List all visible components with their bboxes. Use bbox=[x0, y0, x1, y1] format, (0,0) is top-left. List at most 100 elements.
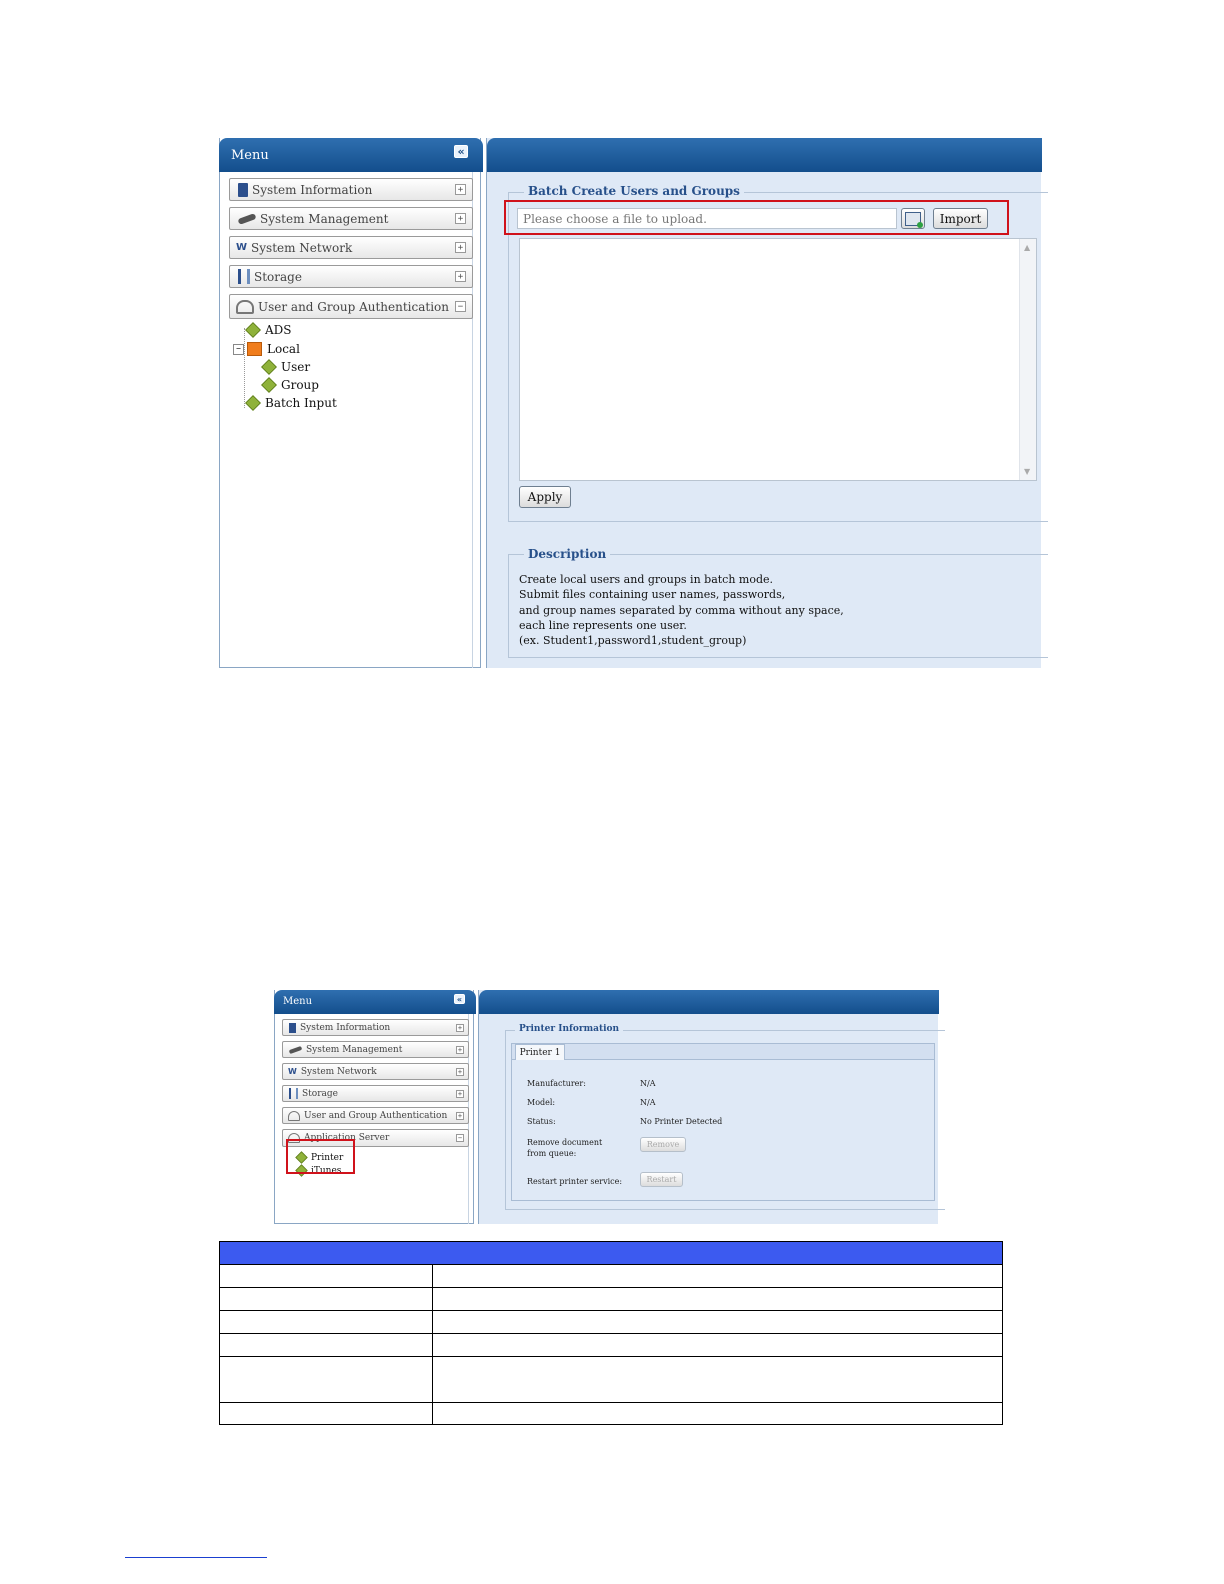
highlight-box bbox=[286, 1139, 355, 1174]
tree-item-batch-input[interactable]: Batch Input bbox=[245, 395, 337, 411]
menu-item-system-network[interactable]: W System Network + bbox=[229, 236, 473, 259]
description-line: each line represents one user. bbox=[519, 618, 687, 632]
wrench-icon bbox=[288, 1045, 303, 1054]
printer-status-label: Status: bbox=[527, 1117, 556, 1126]
description-legend: Description bbox=[524, 547, 611, 561]
menu-item-label: System Management bbox=[306, 1044, 403, 1055]
folder-icon bbox=[247, 342, 262, 356]
content-header bbox=[487, 138, 1042, 172]
apply-label: Apply bbox=[527, 490, 563, 504]
menu-title: Menu bbox=[283, 996, 313, 1007]
double-chevron-left-icon: « bbox=[457, 145, 465, 158]
menu-item-storage[interactable]: Storage + bbox=[282, 1085, 469, 1102]
description-line: Submit files containing user names, pass… bbox=[519, 588, 786, 602]
restart-printer-label: Restart printer service: bbox=[527, 1177, 623, 1186]
restart-label: Restart bbox=[646, 1175, 677, 1184]
cube-icon bbox=[261, 359, 277, 375]
menu-item-system-management[interactable]: System Management + bbox=[229, 207, 473, 230]
printer-tab-strip bbox=[511, 1043, 935, 1060]
menu-item-label: System Information bbox=[300, 1022, 391, 1033]
tree-item-label: Group bbox=[281, 378, 319, 392]
tree-item-user[interactable]: User bbox=[261, 359, 311, 375]
tab-label: Printer 1 bbox=[519, 1047, 561, 1058]
wrench-icon bbox=[237, 212, 257, 225]
restart-button[interactable]: Restart bbox=[640, 1172, 683, 1187]
table-row bbox=[219, 1287, 1003, 1311]
printer-model-label: Model: bbox=[527, 1098, 556, 1107]
highlight-box bbox=[504, 200, 1009, 235]
menu-panel: Menu « System Information + System Manag… bbox=[219, 138, 483, 668]
expand-icon[interactable]: + bbox=[455, 213, 466, 224]
expand-icon[interactable]: + bbox=[456, 1089, 464, 1098]
table-cell bbox=[432, 1402, 1003, 1425]
expand-icon[interactable]: + bbox=[456, 1023, 464, 1032]
user-group-icon bbox=[288, 1110, 300, 1121]
tree-item-label: ADS bbox=[265, 323, 292, 337]
printer-manufacturer-value: N/A bbox=[640, 1079, 656, 1088]
tab-printer-1[interactable]: Printer 1 bbox=[515, 1044, 565, 1060]
batch-legend: Batch Create Users and Groups bbox=[524, 184, 744, 198]
menu-item-label: System Information bbox=[252, 182, 373, 197]
menu-item-label: System Network bbox=[300, 1066, 377, 1077]
scroll-down-icon[interactable]: ▼ bbox=[1024, 467, 1030, 476]
collapse-icon[interactable]: − bbox=[456, 1134, 464, 1142]
expand-icon[interactable]: + bbox=[456, 1045, 464, 1054]
spec-table bbox=[219, 1241, 1003, 1425]
table-cell bbox=[432, 1310, 1003, 1334]
tree-item-ads[interactable]: ADS bbox=[245, 322, 292, 338]
scroll-up-icon[interactable]: ▲ bbox=[1024, 243, 1030, 252]
menu-item-system-management[interactable]: System Management + bbox=[282, 1041, 469, 1058]
network-icon: W bbox=[236, 242, 248, 253]
menu-item-label: Storage bbox=[254, 269, 302, 284]
table-cell bbox=[219, 1333, 433, 1357]
expand-icon[interactable]: + bbox=[455, 184, 466, 195]
remove-document-label-line: from queue: bbox=[527, 1149, 577, 1158]
expand-icon[interactable]: + bbox=[455, 242, 466, 253]
menu-item-label: System Network bbox=[251, 240, 353, 255]
menu-item-user-and-group-authentication[interactable]: User and Group Authentication + bbox=[282, 1107, 469, 1124]
tree-item-local[interactable]: − Local bbox=[233, 342, 300, 356]
description-line: (ex. Student1,password1,student_group) bbox=[519, 634, 747, 648]
table-cell bbox=[219, 1264, 433, 1288]
menu-header: Menu « bbox=[274, 990, 476, 1014]
menu-item-system-network[interactable]: W System Network + bbox=[282, 1063, 469, 1080]
collapse-menu-button[interactable]: « bbox=[454, 145, 468, 158]
description-line: Create local users and groups in batch m… bbox=[519, 573, 774, 586]
textarea-scrollbar[interactable]: ▲ ▼ bbox=[1019, 239, 1036, 480]
menu-item-label: System Management bbox=[260, 211, 389, 226]
tree-item-label: User bbox=[281, 360, 311, 374]
tree-item-label: Local bbox=[267, 342, 300, 356]
expand-icon[interactable]: + bbox=[456, 1111, 464, 1120]
batch-textarea[interactable]: ▲ ▼ bbox=[519, 238, 1037, 481]
tree-item-group[interactable]: Group bbox=[261, 377, 319, 393]
description-line: and group names separated by comma witho… bbox=[519, 603, 844, 617]
table-cell bbox=[432, 1356, 1003, 1403]
menu-title: Menu bbox=[231, 148, 269, 163]
printer-status-value: No Printer Detected bbox=[640, 1117, 723, 1126]
table-row bbox=[219, 1310, 1003, 1334]
collapse-node-icon[interactable]: − bbox=[233, 343, 244, 355]
footnote-rule bbox=[125, 1557, 267, 1558]
book-icon bbox=[289, 1022, 296, 1033]
expand-icon[interactable]: + bbox=[455, 271, 466, 282]
apply-button[interactable]: Apply bbox=[519, 486, 571, 508]
table-header-row bbox=[219, 1241, 1003, 1265]
menu-item-storage[interactable]: Storage + bbox=[229, 265, 473, 288]
network-icon: W bbox=[288, 1067, 297, 1076]
collapse-menu-button[interactable]: « bbox=[454, 994, 465, 1004]
menu-item-system-information[interactable]: System Information + bbox=[282, 1019, 469, 1036]
printer-manufacturer-label: Manufacturer: bbox=[527, 1079, 586, 1088]
table-header-cell bbox=[219, 1241, 1003, 1265]
remove-button[interactable]: Remove bbox=[640, 1137, 686, 1152]
menu-item-label: User and Group Authentication bbox=[304, 1110, 448, 1121]
menu-item-system-information[interactable]: System Information + bbox=[229, 178, 473, 201]
remove-document-label-line: Remove document bbox=[527, 1138, 603, 1147]
remove-document-label: Remove document from queue: bbox=[527, 1137, 602, 1159]
menu-item-user-and-group-authentication[interactable]: User and Group Authentication − bbox=[229, 294, 473, 319]
cube-icon bbox=[245, 322, 261, 338]
collapse-icon[interactable]: − bbox=[455, 301, 466, 312]
expand-icon[interactable]: + bbox=[456, 1067, 464, 1076]
table-row bbox=[219, 1333, 1003, 1357]
table-row bbox=[219, 1264, 1003, 1288]
tree-item-label: Batch Input bbox=[265, 396, 337, 410]
